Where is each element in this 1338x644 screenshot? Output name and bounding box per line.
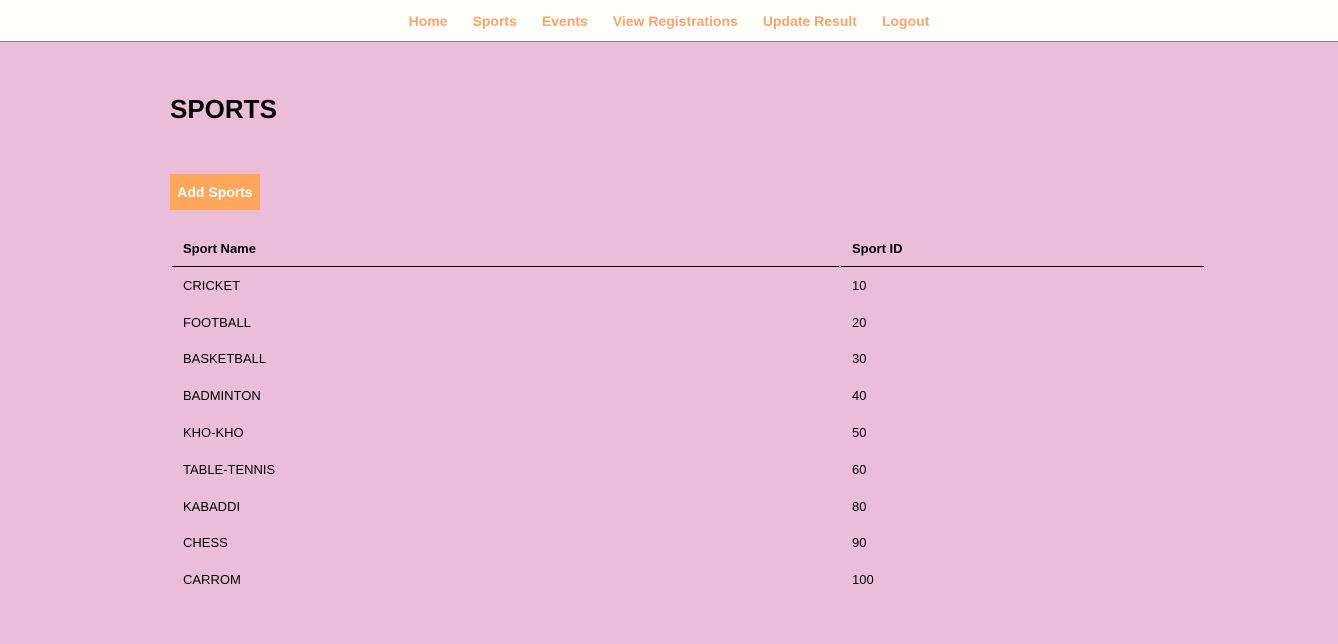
sport-name-cell: KHO-KHO [183,425,244,441]
sport-name-cell: CHESS [183,535,228,551]
table-row: CARROM 100 [172,561,1204,598]
sport-id-cell: 20 [852,314,867,330]
nav-link-sports[interactable]: Sports [473,13,517,29]
table-row: CRICKET 10 [172,267,1204,304]
table-row: FOOTBALL 20 [172,304,1204,341]
nav-link-home[interactable]: Home [409,13,448,29]
nav-link-view-registrations[interactable]: View Registrations [613,13,738,29]
sport-name-cell: BADMINTON [183,388,261,404]
table-row: KHO-KHO 50 [172,414,1204,451]
sport-name-cell: CRICKET [183,277,241,293]
table-row: BADMINTON 40 [172,377,1204,414]
sport-id-cell: 60 [852,461,867,477]
sport-id-cell: 90 [852,535,867,551]
sport-name-cell: KABADDI [183,498,241,514]
column-header-sport-name: Sport Name [172,230,839,267]
sport-id-cell: 50 [852,425,867,441]
sport-id-cell: 100 [852,572,874,588]
sport-name-cell: BASKETBALL [183,351,267,367]
sport-id-cell: 10 [852,277,867,293]
top-nav: Home Sports Events View Registrations Update… [0,0,1338,42]
add-sports-button[interactable]: Add Sports [170,174,260,210]
main-content: SPORTS Add Sports Sport Name Sport ID CRI… [170,42,1206,587]
nav-link-logout[interactable]: Logout [882,13,929,29]
sport-name-cell: CARROM [183,572,241,588]
sport-id-cell: 40 [852,388,867,404]
table-row: BASKETBALL 30 [172,341,1204,378]
nav-link-events[interactable]: Events [542,13,588,29]
table-row: CHESS 90 [172,525,1204,562]
sport-id-cell: 80 [852,498,867,514]
table-row: KABADDI 80 [172,488,1204,525]
nav-link-update-result[interactable]: Update Result [763,13,857,29]
sport-name-cell: FOOTBALL [183,314,251,330]
sports-table: Sport Name Sport ID CRICKET 10 FOOTBALL 20 BA… [170,230,1206,598]
sport-id-cell: 30 [852,351,867,367]
sport-name-cell: TABLE-TENNIS [183,461,276,477]
page-title: SPORTS [170,94,277,124]
column-header-sport-id: Sport ID [841,230,1204,267]
table-row: TABLE-TENNIS 60 [172,451,1204,488]
